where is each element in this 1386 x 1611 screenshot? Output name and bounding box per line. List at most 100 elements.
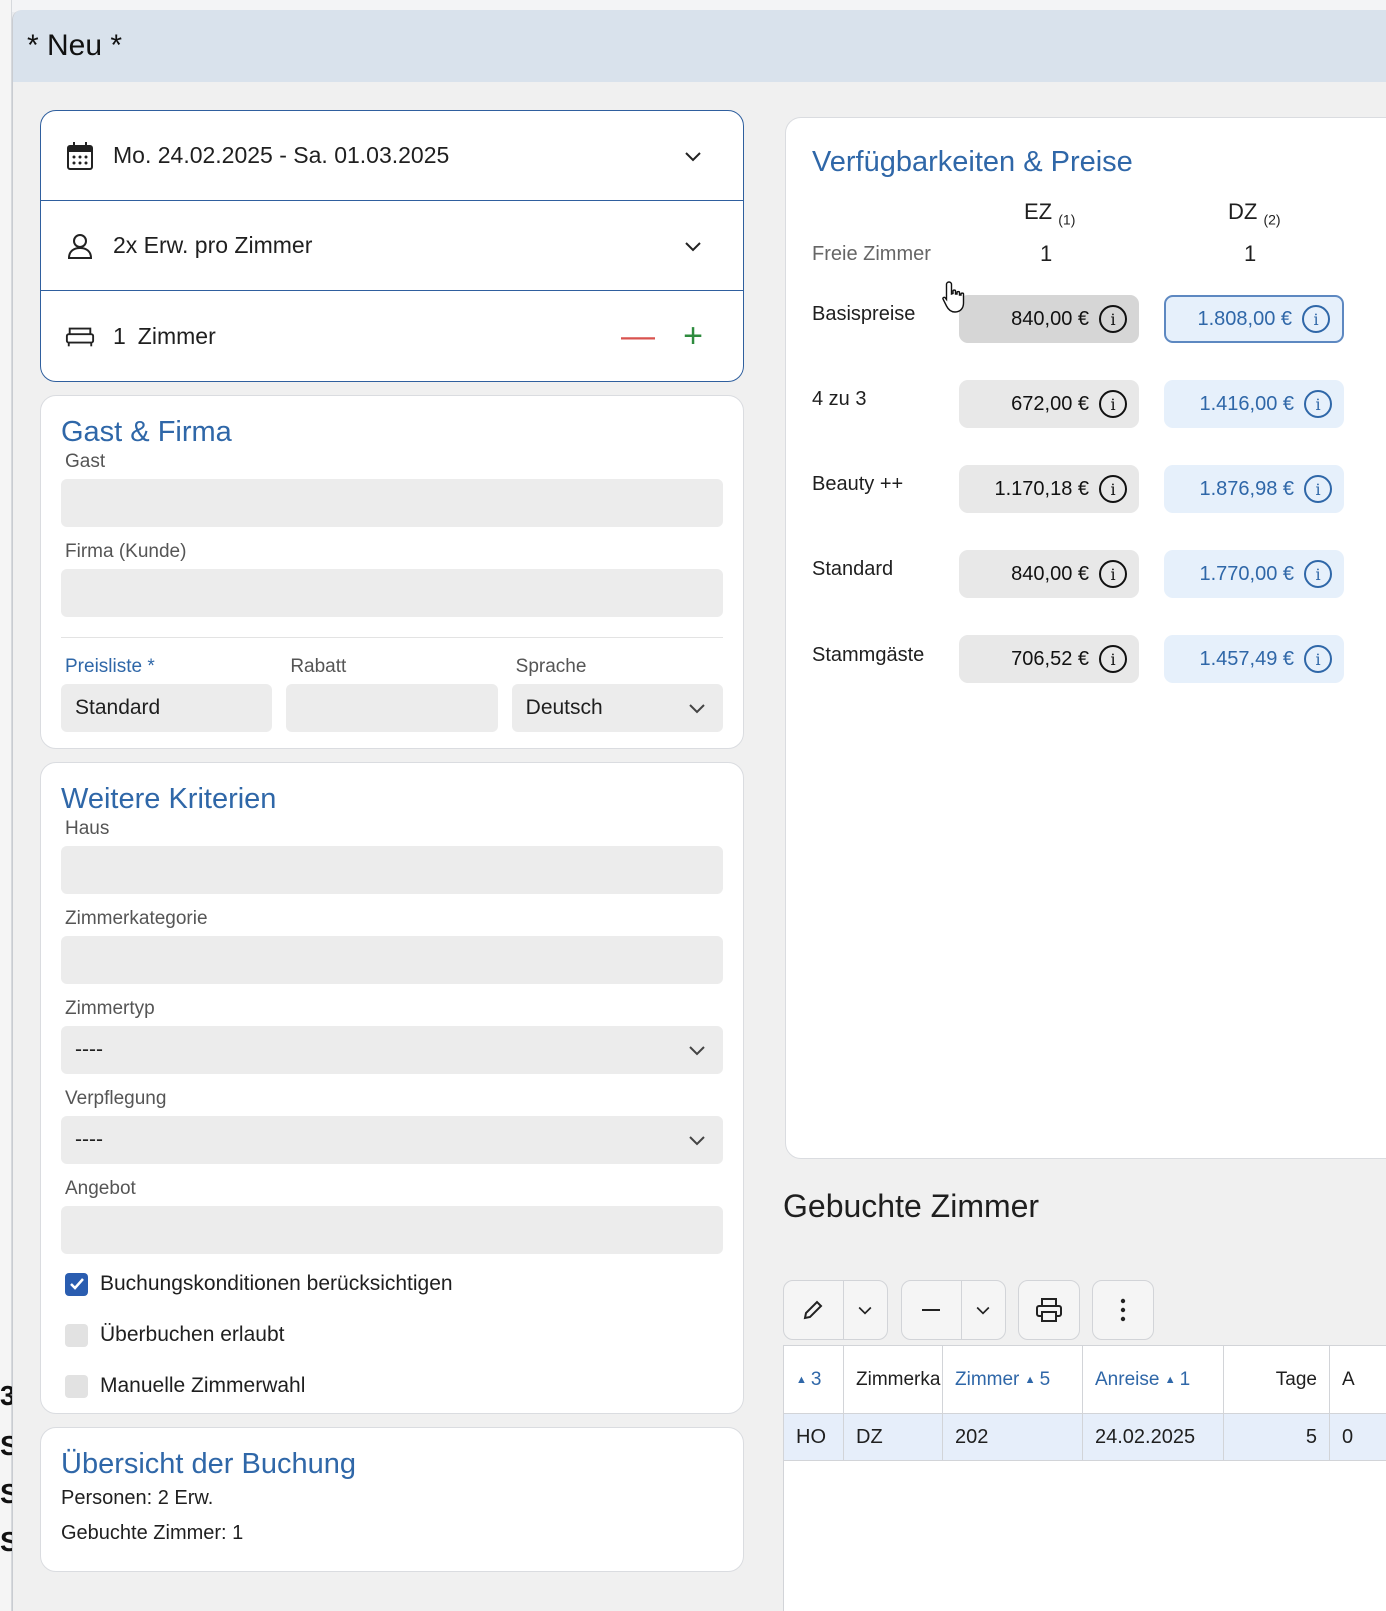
more-vertical-icon [1120,1298,1126,1322]
increase-rooms-button[interactable]: + [679,319,707,353]
price-ez-button[interactable]: 1.170,18 € i [959,465,1139,513]
price-dz-button[interactable]: 1.457,49 € i [1164,635,1344,683]
chevron-down-icon [689,1046,705,1056]
chevron-down-icon [858,1306,872,1315]
language-select[interactable]: Deutsch [511,684,723,732]
price-dz-button[interactable]: 1.770,00 € i [1164,550,1344,598]
price-ez-button[interactable]: 840,00 € i [959,295,1139,343]
overbooking-checkbox[interactable]: Überbuchen erlaubt [65,1323,723,1347]
price-row-label: Beauty ++ [812,473,904,495]
room-category-input[interactable] [61,936,723,984]
column-header-dz: DZ (2) [1228,199,1281,228]
column-header[interactable]: Anreise ▲ 1 [1083,1346,1224,1413]
background-app-panel: 3 S S S [0,0,19,1611]
offer-input[interactable] [61,1206,723,1254]
print-button[interactable] [1018,1280,1080,1340]
company-label: Firma (Kunde) [65,541,187,562]
calendar-icon [65,141,95,171]
search-panel: Mo. 24.02.2025 - Sa. 01.03.2025 2x Erw. … [40,110,744,382]
persons-select[interactable]: 2x Erw. pro Zimmer [41,201,743,291]
room-type-value: ---- [75,1038,103,1061]
manual-room-choice-checkbox[interactable]: Manuelle Zimmerwahl [65,1374,723,1398]
price-ez-button[interactable]: 706,52 € i [959,635,1139,683]
meal-plan-select[interactable]: ---- [61,1116,723,1164]
pencil-icon [804,1300,823,1320]
remove-button[interactable] [902,1281,961,1339]
sort-asc-icon: ▲ [796,1373,807,1386]
hand-cursor-icon [942,281,965,313]
info-icon[interactable]: i [1304,390,1332,418]
chevron-down-icon [689,704,705,714]
free-rooms-label: Freie Zimmer [812,243,931,265]
info-icon[interactable]: i [1302,305,1330,333]
price-dz-button[interactable]: 1.808,00 € i [1164,295,1344,343]
price-ez-button[interactable]: 672,00 € i [959,380,1139,428]
column-header[interactable]: Zimmerka [844,1346,943,1413]
house-label: Haus [65,818,110,839]
more-options-button[interactable] [1092,1280,1154,1340]
price-row-label: 4 zu 3 [812,388,867,410]
info-icon[interactable]: i [1304,645,1332,673]
free-rooms-dz: 1 [1244,241,1257,266]
column-header[interactable]: ▲ 3 [784,1346,844,1413]
language-value: Deutsch [525,696,603,719]
price-row-label: Stammgäste [812,644,925,666]
column-header[interactable]: Tage [1224,1346,1330,1413]
sort-asc-icon: ▲ [1164,1373,1176,1386]
criteria-section: Weitere Kriterien Haus Zimmerkategorie Z… [40,762,744,1414]
pricelist-label: Preisliste * [65,656,155,677]
chevron-down-icon [685,151,701,161]
room-type-select[interactable]: ---- [61,1026,723,1074]
decrease-rooms-button[interactable]: — [621,319,655,353]
date-range-select[interactable]: Mo. 24.02.2025 - Sa. 01.03.2025 [41,111,743,201]
chevron-down-icon [976,1306,990,1315]
remove-button-group [901,1280,1006,1340]
edit-dropdown-button[interactable] [844,1281,887,1339]
section-title: Übersicht der Buchung [61,1448,356,1480]
info-icon[interactable]: i [1099,390,1127,418]
divider [61,637,723,638]
rooms-stepper: 1 Zimmer — + [41,291,743,381]
room-type-label: Zimmertyp [65,998,155,1019]
remove-dropdown-button[interactable] [962,1281,1005,1339]
price-ez-button[interactable]: 840,00 € i [959,550,1139,598]
dialog-title: * Neu * [13,10,1386,82]
section-title: Verfügbarkeiten & Preise [812,146,1133,178]
bed-icon [65,321,95,351]
info-icon[interactable]: i [1099,645,1127,673]
sort-asc-icon: ▲ [1024,1373,1036,1386]
checkbox-label: Überbuchen erlaubt [100,1323,285,1346]
table-cell: 202 [943,1414,1083,1460]
price-row-label: Basispreise [812,303,916,325]
price-dz-button[interactable]: 1.876,98 € i [1164,465,1344,513]
table-cell: HO [784,1414,844,1460]
summary-booked-rooms: Gebuchte Zimmer: 1 [61,1522,244,1544]
column-header[interactable]: A [1330,1346,1370,1413]
offer-label: Angebot [65,1178,136,1199]
persons-text: 2x Erw. pro Zimmer [113,232,313,258]
person-icon [65,231,95,261]
info-icon[interactable]: i [1099,560,1127,588]
edit-button[interactable] [784,1281,843,1339]
checkbox-checked-icon [65,1272,88,1296]
discount-input[interactable] [286,684,498,732]
info-icon[interactable]: i [1304,560,1332,588]
rooms-count: 1 [113,322,126,349]
info-icon[interactable]: i [1099,305,1127,333]
pricelist-input[interactable]: Standard [61,684,273,732]
house-input[interactable] [61,846,723,894]
table-header: ▲ 3 Zimmerka Zimmer ▲ 5 Anreise ▲ 1 Tage A [784,1346,1386,1414]
discount-label: Rabatt [290,656,347,677]
column-header[interactable]: Zimmer ▲ 5 [943,1346,1083,1413]
language-label: Sprache [515,656,587,677]
printer-icon [1036,1298,1062,1322]
company-input[interactable] [61,569,723,617]
guest-input[interactable] [61,479,723,527]
meal-plan-label: Verpflegung [65,1088,167,1109]
table-row[interactable]: HO DZ 202 24.02.2025 5 0 [784,1414,1386,1461]
price-dz-button[interactable]: 1.416,00 € i [1164,380,1344,428]
price-row-label: Standard [812,558,894,580]
info-icon[interactable]: i [1099,475,1127,503]
booking-conditions-checkbox[interactable]: Buchungskonditionen berücksichtigen [65,1272,723,1296]
info-icon[interactable]: i [1304,475,1332,503]
